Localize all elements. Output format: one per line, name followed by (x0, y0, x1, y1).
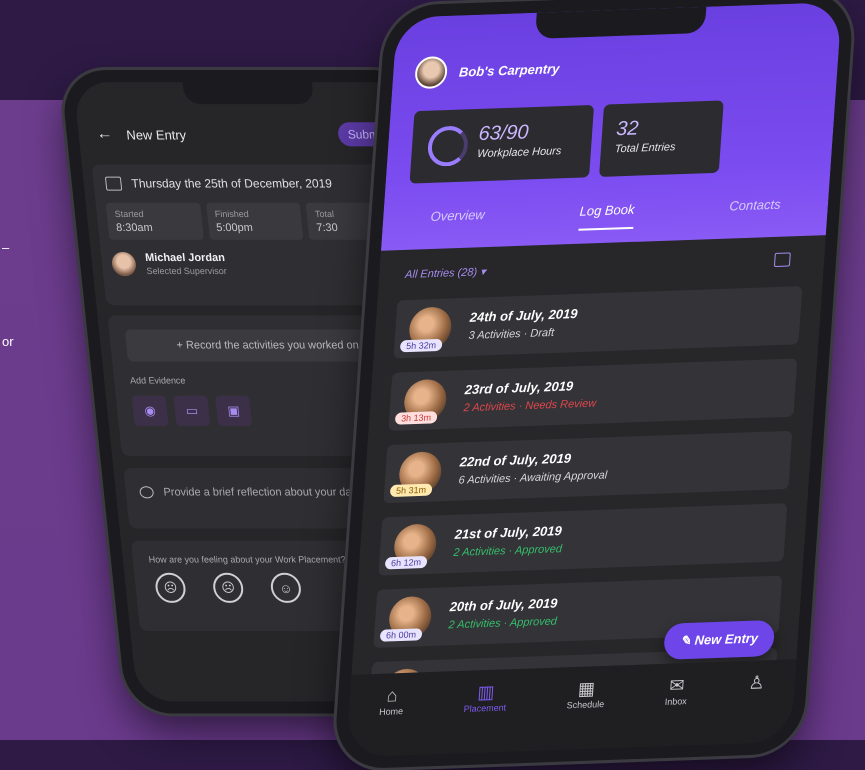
calendar-icon: ▦ (577, 678, 596, 699)
new-entry-header: ← New Entry Submit (95, 120, 397, 148)
entry-date: 21st of July, 2019 (454, 523, 563, 542)
very-sad-face-icon[interactable]: ☹ (154, 572, 188, 603)
purple-header: Bob's Carpentry 63/90 Workplace Hours 32… (380, 1, 843, 251)
log-book-screen: Bob's Carpentry 63/90 Workplace Hours 32… (345, 1, 843, 758)
right-phone: Bob's Carpentry 63/90 Workplace Hours 32… (332, 0, 855, 770)
calendar-icon (104, 176, 123, 191)
tab-bar: Overview Log Book Contacts (382, 195, 829, 238)
page-title: New Entry (125, 126, 187, 142)
finished-field[interactable]: Finished 5:00pm (205, 202, 304, 240)
finished-value: 5:00pm (215, 221, 254, 234)
hours-label: Workplace Hours (476, 145, 562, 161)
started-label: Started (114, 208, 145, 219)
duration-badge: 5h 31m (389, 483, 433, 498)
nav-placement[interactable]: ▥ Placement (463, 681, 508, 714)
started-value: 8:30am (115, 221, 154, 234)
activity-count: 2 Activities (448, 617, 501, 632)
reflection-placeholder: Provide a brief reflection about your da… (162, 486, 358, 499)
entry-date: 24th of July, 2019 (469, 305, 579, 325)
briefcase-icon: ▥ (476, 681, 496, 703)
nav-label: Schedule (566, 699, 605, 711)
status-text: Awaiting Approval (519, 469, 608, 485)
hours-value: 63/90 (477, 121, 530, 146)
calendar-icon[interactable] (773, 252, 791, 268)
page-edge: – or (0, 0, 22, 740)
nav-label: Placement (463, 702, 507, 715)
duration-badge: 6h 00m (379, 628, 423, 642)
sad-face-icon[interactable]: ☹ (211, 572, 245, 603)
home-icon: ⌂ (386, 685, 399, 706)
list-item[interactable]: 3h 13m 23rd of July, 2019 2 Activities · N… (388, 358, 798, 431)
status-text: Approved (514, 543, 563, 557)
avatar (110, 251, 138, 277)
date-selector[interactable]: Thursday the 25th of December, 2019 ⌄ (92, 165, 410, 203)
status-text: Needs Review (524, 397, 597, 413)
entry-date: 20th of July, 2019 (449, 595, 558, 615)
entry-summary: 6 Activities · Awaiting Approval (458, 469, 607, 486)
activity-count: 2 Activities (453, 545, 506, 559)
entry-summary: 2 Activities · Needs Review (463, 398, 596, 415)
entries-filter-dropdown[interactable]: All Entries (28) ▾ (405, 265, 486, 281)
duration-badge: 6h 12m (384, 555, 428, 570)
mail-icon: ✉ (668, 675, 686, 696)
new-entry-label: New Entry (694, 630, 759, 648)
time-fields: Started 8:30am Finished 5:00pm Total 7:3… (96, 202, 414, 240)
entry-date: 22nd of July, 2019 (459, 450, 572, 470)
camera-icon[interactable]: ◉ (131, 395, 169, 426)
activity-count: 6 Activities (458, 472, 512, 487)
date-label: Thursday the 25th of December, 2019 (130, 176, 333, 191)
supervisor-role: Selected Supervisor (146, 266, 228, 277)
total-entries-card[interactable]: 32 Total Entries (599, 100, 724, 177)
started-field[interactable]: Started 8:30am (105, 202, 204, 240)
tab-contacts[interactable]: Contacts (728, 197, 781, 226)
avatar[interactable] (414, 55, 449, 90)
back-arrow-icon[interactable]: ← (96, 125, 114, 143)
workplace-hours-card[interactable]: 63/90 Workplace Hours (409, 104, 595, 184)
progress-ring-icon (426, 125, 470, 167)
tab-log-book[interactable]: Log Book (578, 201, 636, 231)
nav-profile[interactable]: ♙ (747, 672, 766, 694)
status-text: Approved (509, 615, 558, 630)
nav-home[interactable]: ⌂ Home (379, 685, 405, 717)
profile-icon: ♙ (747, 672, 766, 693)
list-item[interactable]: 5h 31m 22nd of July, 2019 6 Activities · A… (383, 430, 793, 504)
status-text: Draft (529, 326, 555, 340)
entries-label: Total Entries (614, 141, 676, 156)
business-name: Bob's Carpentry (458, 60, 560, 80)
list-item[interactable]: 5h 32m 24th of July, 2019 3 Activities · D… (393, 286, 803, 359)
nav-inbox[interactable]: ✉ Inbox (664, 675, 688, 707)
notch (182, 82, 315, 105)
bottom-nav: ⌂ Home ▥ Placement ▦ Schedule ✉ Inbox ♙ (345, 659, 797, 758)
entry-summary: 2 Activities · Approved (453, 543, 562, 559)
video-icon[interactable]: ▭ (173, 395, 211, 426)
business-header: Bob's Carpentry (414, 52, 561, 90)
edge-fragment: – (2, 240, 10, 255)
duration-badge: 3h 13m (394, 411, 438, 425)
finished-label: Finished (214, 208, 250, 219)
entry-date: 23rd of July, 2019 (464, 378, 574, 398)
list-item[interactable]: 6h 12m 21st of July, 2019 2 Activities · A… (378, 503, 788, 576)
nav-label: Home (378, 706, 404, 717)
nav-label: Inbox (664, 696, 688, 707)
activity-count: 2 Activities (463, 400, 517, 415)
entry-summary: 3 Activities · Draft (468, 327, 554, 342)
speech-bubble-icon (139, 486, 155, 499)
entry-summary: 2 Activities · Approved (448, 615, 557, 631)
image-icon[interactable]: ▣ (215, 395, 253, 426)
activity-count: 3 Activities (468, 328, 522, 342)
tab-overview[interactable]: Overview (429, 207, 485, 236)
duration-badge: 5h 32m (399, 338, 443, 353)
nav-schedule[interactable]: ▦ Schedule (566, 678, 606, 710)
new-entry-button[interactable]: ✎ New Entry (662, 619, 776, 660)
supervisor-name: Michael Jordan (144, 251, 226, 265)
happy-face-icon[interactable]: ☺ (269, 572, 303, 603)
entries-value: 32 (615, 117, 640, 141)
edge-fragment: or (2, 334, 14, 349)
